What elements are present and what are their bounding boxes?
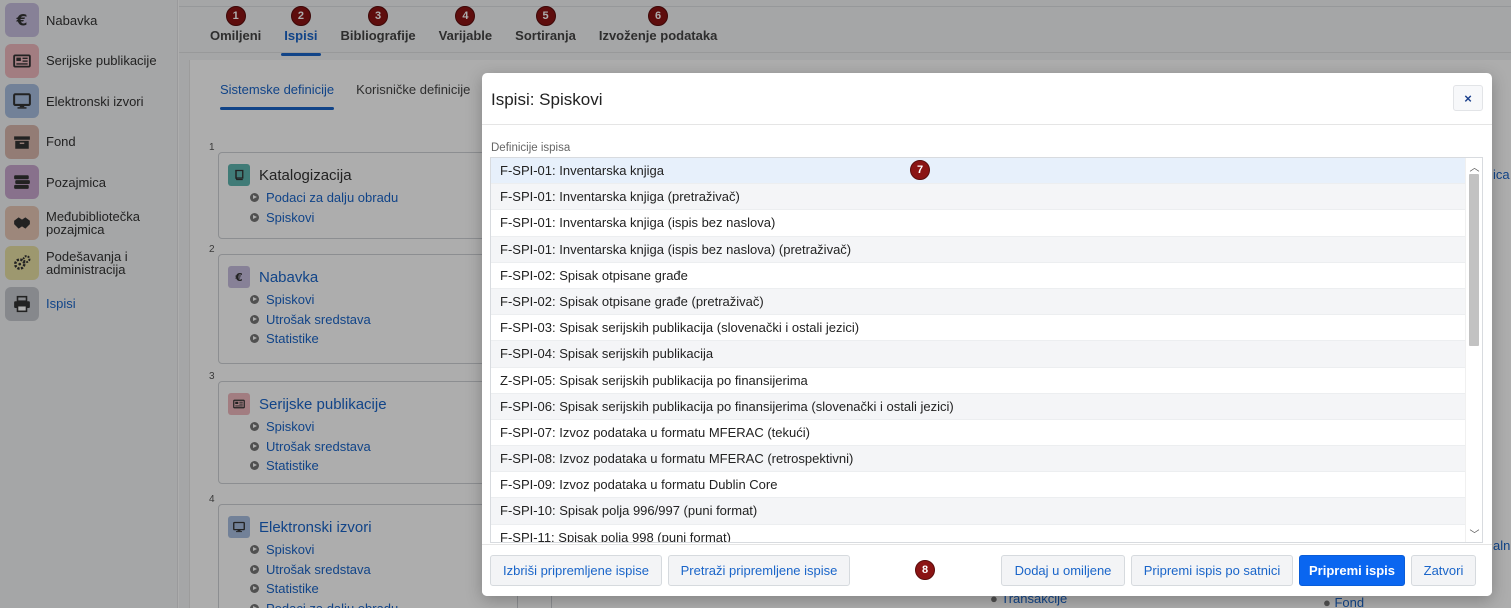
dialog-header: Ispisi: Spiskovi × [482,73,1492,125]
list-label: Definicije ispisa [491,142,571,154]
list-item[interactable]: F-SPI-01: Inventarska knjiga (ispis bez … [491,210,1482,237]
list-item[interactable]: F-SPI-03: Spisak serijskih publikacija (… [491,315,1482,342]
list-scrollbar[interactable]: ︿ ﹀ [1465,158,1482,542]
list-item[interactable]: F-SPI-09: Izvoz podataka u formatu Dubli… [491,472,1482,499]
scroll-thumb[interactable] [1469,174,1479,346]
dialog-footer: Izbriši pripremljene ispise Pretraži pri… [482,544,1492,596]
scroll-down-icon[interactable]: ﹀ [1468,527,1481,541]
close-icon[interactable]: × [1453,85,1483,111]
spiskovi-dialog: Ispisi: Spiskovi × Definicije ispisa F-S… [482,73,1492,596]
list-item[interactable]: F-SPI-01: Inventarska knjiga (pretraživa… [491,184,1482,211]
list-item[interactable]: F-SPI-07: Izvoz podataka u formatu MFERA… [491,419,1482,447]
annotation-badge-8: 8 [915,560,935,580]
list-item[interactable]: F-SPI-01: Inventarska knjiga (ispis bez … [491,236,1482,263]
list-item[interactable]: F-SPI-06: Spisak serijskih publikacija p… [491,393,1482,420]
definitions-list[interactable]: F-SPI-01: Inventarska knjiga F-SPI-01: In… [490,157,1483,543]
dialog-title: Ispisi: Spiskovi [491,90,603,109]
schedule-print-button[interactable]: Pripremi ispis po satnici [1131,555,1293,586]
list-item[interactable]: F-SPI-11: Spisak polja 998 (puni format) [491,524,1482,542]
annotation-badge-7: 7 [910,160,930,180]
scroll-up-icon[interactable]: ︿ [1468,160,1481,174]
delete-prepared-button[interactable]: Izbriši pripremljene ispise [490,555,662,586]
list-item[interactable]: F-SPI-02: Spisak otpisane građe (pretraž… [491,288,1482,316]
list-item[interactable]: F-SPI-04: Spisak serijskih publikacija [491,341,1482,368]
list-item[interactable]: F-SPI-02: Spisak otpisane građe [491,262,1482,289]
search-prepared-button[interactable]: Pretraži pripremljene ispise [668,555,850,586]
prepare-print-button[interactable]: Pripremi ispis [1299,555,1405,586]
list-item[interactable]: Z-SPI-05: Spisak serijskih publikacija p… [491,367,1482,394]
list-item[interactable]: F-SPI-01: Inventarska knjiga [491,158,1482,185]
list-item[interactable]: F-SPI-10: Spisak polja 996/997 (puni for… [491,498,1482,525]
add-to-favorites-button[interactable]: Dodaj u omiljene [1001,555,1125,586]
list-item[interactable]: F-SPI-08: Izvoz podataka u formatu MFERA… [491,446,1482,473]
close-button[interactable]: Zatvori [1411,555,1476,586]
